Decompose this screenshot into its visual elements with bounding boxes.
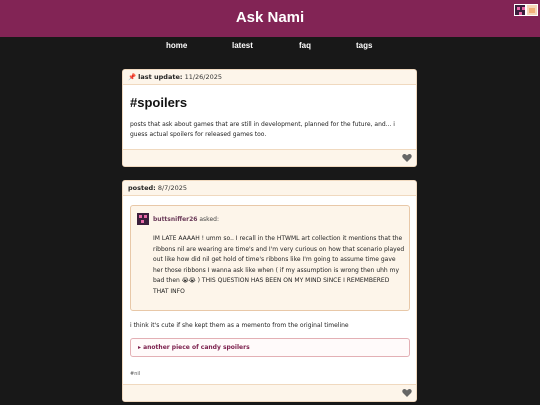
- avatar[interactable]: [526, 4, 538, 16]
- nav-faq[interactable]: faq: [299, 40, 311, 52]
- header-bar: Ask Nami: [0, 0, 540, 37]
- question-text: IM LATE AAAAH ! umm so.. I recall in the…: [153, 235, 405, 295]
- post-header: 📌 last update: 11/26/2025: [123, 70, 416, 85]
- post-body: posts that ask about games that are stil…: [130, 121, 395, 138]
- answer-text: i think it's cute if she kept them as a …: [130, 322, 349, 329]
- nav-tags[interactable]: tags: [356, 40, 372, 52]
- post-tag[interactable]: #nil: [130, 371, 140, 378]
- post-date: 11/26/2025: [184, 73, 223, 81]
- site-title: Ask Nami: [235, 9, 305, 26]
- post-date: 8/7/2025: [157, 184, 188, 192]
- post-header: posted: 8/7/2025: [123, 181, 416, 196]
- nav-latest[interactable]: latest: [232, 40, 253, 52]
- post-meta-label: last update: [138, 73, 180, 81]
- asker-line: buttsniffer26 asked:: [153, 215, 219, 224]
- post-meta-label: posted: [128, 184, 154, 192]
- pinned-post-card: 📌 last update: 11/26/2025 #spoilers post…: [122, 69, 417, 167]
- pin-icon: 📌: [128, 73, 137, 81]
- spoiler-label: another piece of candy spoilers: [143, 344, 250, 351]
- avatar-stack: [514, 4, 538, 16]
- post-footer: [123, 384, 416, 401]
- avatar[interactable]: [514, 4, 526, 16]
- triangle-right-icon: ▸: [138, 344, 142, 351]
- ask-box: buttsniffer26 asked: IM LATE AAAAH ! umm…: [130, 205, 410, 311]
- nav-home[interactable]: home: [166, 40, 187, 52]
- asker-name[interactable]: buttsniffer26: [153, 216, 197, 223]
- heart-icon[interactable]: [402, 153, 412, 163]
- asker-avatar[interactable]: [137, 213, 149, 225]
- asked-label: asked:: [199, 216, 219, 223]
- heart-icon[interactable]: [402, 388, 412, 398]
- post-footer: [123, 149, 416, 166]
- ask-post-card: posted: 8/7/2025 buttsniffer26 asked: IM…: [122, 180, 417, 402]
- post-title: #spoilers: [130, 95, 188, 110]
- spoiler-toggle[interactable]: ▸ another piece of candy spoilers: [130, 338, 410, 357]
